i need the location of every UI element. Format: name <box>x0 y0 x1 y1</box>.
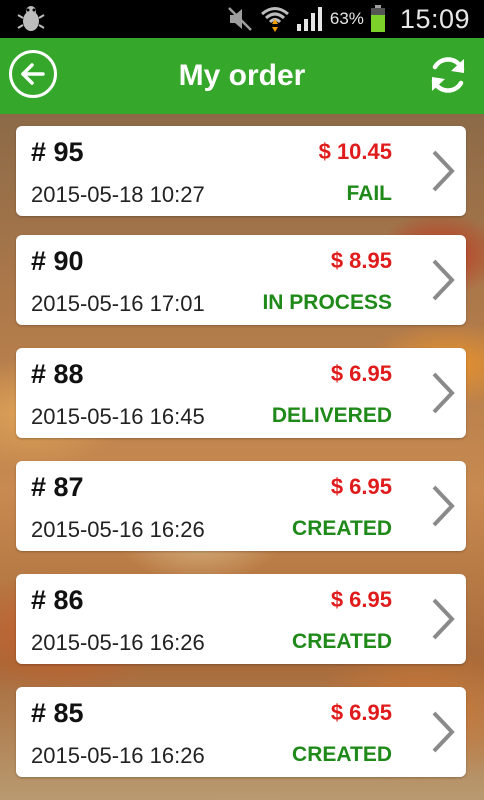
order-date: 2015-05-16 16:26 <box>31 743 205 768</box>
order-card[interactable]: # 90 $ 8.95 2015-05-16 17:01 IN PROCESS <box>16 235 466 325</box>
order-price: $ 8.95 <box>330 248 392 273</box>
battery-percent: 63% <box>329 9 364 28</box>
back-button[interactable] <box>9 50 57 98</box>
order-card[interactable]: # 95 $ 10.45 2015-05-18 10:27 FAIL <box>16 126 466 216</box>
order-card[interactable]: # 88 $ 6.95 2015-05-16 16:45 DELIVERED <box>16 348 466 438</box>
chevron-right-icon <box>432 598 455 640</box>
status-bar: 63% 15:09 <box>0 0 484 38</box>
order-date: 2015-05-16 16:26 <box>31 630 205 655</box>
chevron-right-icon <box>432 711 455 753</box>
order-status: FAIL <box>346 182 393 205</box>
order-status: CREATED <box>292 517 392 540</box>
chevron-right-icon <box>432 259 455 301</box>
signal-icon <box>296 7 322 31</box>
page-title: My order <box>178 59 306 92</box>
order-price: $ 6.95 <box>330 361 392 386</box>
order-status: DELIVERED <box>271 404 392 427</box>
order-price: $ 6.95 <box>330 474 392 499</box>
order-number: # 88 <box>31 359 84 389</box>
clock: 15:09 <box>399 3 470 34</box>
order-number: # 87 <box>31 472 84 502</box>
debug-bug-icon <box>17 6 45 31</box>
order-card[interactable]: # 87 $ 6.95 2015-05-16 16:26 CREATED <box>16 461 466 551</box>
order-price: $ 6.95 <box>330 587 392 612</box>
order-number: # 85 <box>31 698 84 728</box>
chevron-right-icon <box>432 372 455 414</box>
order-status: CREATED <box>292 743 392 766</box>
order-list: # 95 $ 10.45 2015-05-18 10:27 FAIL # 90 … <box>0 114 484 800</box>
order-price: $ 10.45 <box>318 139 392 164</box>
order-status: CREATED <box>292 630 392 653</box>
chevron-right-icon <box>432 485 455 527</box>
order-status: IN PROCESS <box>262 291 392 314</box>
mute-icon <box>228 7 252 31</box>
order-number: # 90 <box>31 246 84 276</box>
order-card[interactable]: # 85 $ 6.95 2015-05-16 16:26 CREATED <box>16 687 466 777</box>
order-date: 2015-05-16 16:26 <box>31 517 205 542</box>
wifi-icon <box>260 7 289 32</box>
order-number: # 95 <box>31 137 84 167</box>
back-arrow-icon <box>21 63 45 85</box>
order-date: 2015-05-18 10:27 <box>31 182 205 207</box>
app-bar: My order <box>0 38 484 114</box>
refresh-icon[interactable] <box>426 53 470 97</box>
order-card[interactable]: # 86 $ 6.95 2015-05-16 16:26 CREATED <box>16 574 466 664</box>
battery-icon <box>370 5 385 32</box>
chevron-right-icon <box>432 150 455 192</box>
order-date: 2015-05-16 16:45 <box>31 404 205 429</box>
order-number: # 86 <box>31 585 84 615</box>
order-price: $ 6.95 <box>330 700 392 725</box>
order-date: 2015-05-16 17:01 <box>31 291 205 316</box>
